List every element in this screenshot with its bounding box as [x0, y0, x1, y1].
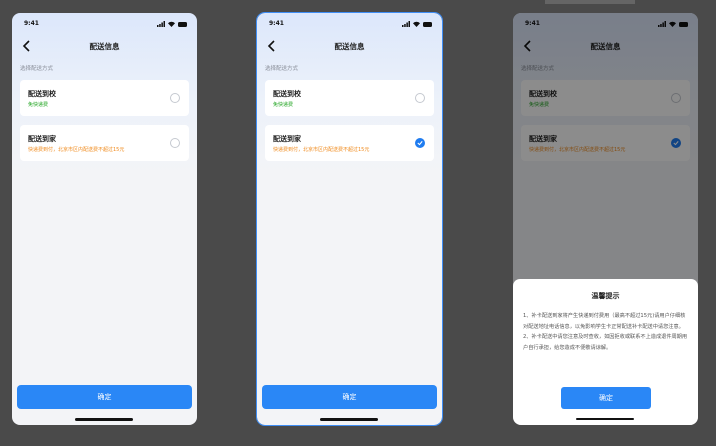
radio-unchecked-icon[interactable]: [170, 93, 180, 103]
status-time: 9:41: [269, 20, 284, 27]
confirm-button[interactable]: 确定: [262, 385, 437, 409]
wifi-icon: [413, 21, 420, 27]
option-subtitle: 快递费到付，北京市区内配送费不超过15元: [273, 147, 370, 153]
radio-unchecked-icon[interactable]: [415, 93, 425, 103]
page-title: 配送信息: [89, 42, 120, 51]
dialog-confirm-button[interactable]: 确定: [561, 387, 651, 409]
background-ghost: [545, 0, 635, 4]
option-subtitle: 快递费到付，北京市区内配送费不超过15元: [28, 147, 125, 153]
option-title: 配送到家: [273, 135, 301, 143]
option-home[interactable]: 配送到家 快递费到付，北京市区内配送费不超过15元: [265, 125, 434, 161]
nav-bar: 配送信息: [12, 38, 197, 54]
radio-checked-icon[interactable]: [415, 138, 425, 148]
status-bar: 9:41: [12, 20, 197, 30]
home-indicator: [75, 418, 133, 421]
wifi-icon: [168, 21, 175, 27]
nav-bar: 配送信息: [257, 38, 442, 54]
status-time: 9:41: [24, 20, 39, 27]
signal-icon: [157, 21, 165, 27]
option-subtitle: 免快递费: [273, 102, 294, 108]
option-school[interactable]: 配送到校 免快递费: [20, 80, 189, 116]
option-home[interactable]: 配送到家 快递费到付，北京市区内配送费不超过15元: [20, 125, 189, 161]
option-title: 配送到校: [273, 90, 301, 98]
home-indicator: [576, 417, 634, 420]
radio-unchecked-icon[interactable]: [170, 138, 180, 148]
dialog-body: 1、补卡配送到家将产生快递到付费用（最高不超过15元)请用户仔细核对配送地址电话…: [523, 313, 688, 351]
section-label: 选择配送方式: [20, 66, 54, 72]
section-label: 选择配送方式: [265, 66, 299, 72]
screen-dialog: 9:41 配送信息 选择配送方式 配送到校 免快递费 配送到家 快递费到付，北京…: [513, 13, 698, 425]
dialog-title: 温馨提示: [591, 292, 620, 300]
screen-home-selected: 9:41 配送信息 选择配送方式 配送到校 免快递费 配送到家 快递费到付，北京…: [256, 12, 443, 426]
option-title: 配送到校: [28, 90, 56, 98]
page-title: 配送信息: [334, 42, 365, 51]
battery-icon: [178, 21, 187, 27]
option-subtitle: 免快递费: [28, 102, 49, 108]
tips-dialog: 温馨提示 1、补卡配送到家将产生快递到付费用（最高不超过15元)请用户仔细核对配…: [513, 279, 698, 425]
option-title: 配送到家: [28, 135, 56, 143]
signal-icon: [402, 21, 410, 27]
option-school[interactable]: 配送到校 免快递费: [265, 80, 434, 116]
status-bar: 9:41: [257, 20, 442, 30]
confirm-button[interactable]: 确定: [17, 385, 192, 409]
screen-unselected: 9:41 配送信息 选择配送方式 配送到校 免快递费 配送到家 快递费到付，北京…: [12, 13, 197, 425]
battery-icon: [423, 21, 432, 27]
home-indicator: [320, 418, 378, 421]
